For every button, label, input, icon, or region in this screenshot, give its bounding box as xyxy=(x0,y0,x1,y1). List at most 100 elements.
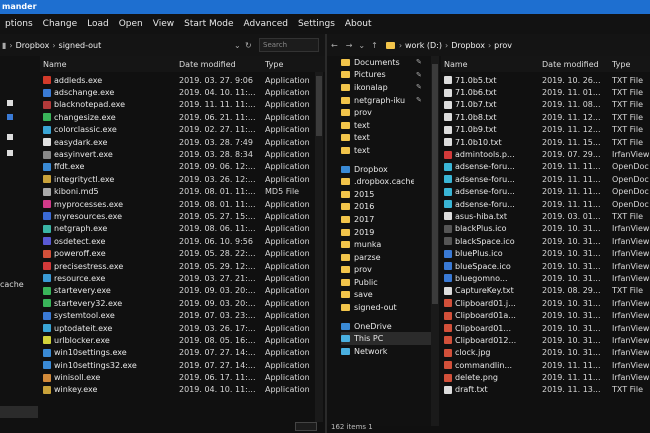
tree-item-folder[interactable]: text xyxy=(341,119,431,132)
table-row[interactable]: adsense-foru... 2019. 11. 11... OpenDoc xyxy=(441,161,650,173)
tree-item-folder[interactable]: parzse xyxy=(341,251,431,264)
column-name[interactable]: Name xyxy=(40,60,176,69)
table-row[interactable]: win10settings.exe 2019. 07. 27. 14:... App… xyxy=(40,347,325,359)
table-row[interactable]: resource.exe 2019. 03. 27. 21:... Applicat… xyxy=(40,272,325,284)
column-date-modified[interactable]: Date modified xyxy=(539,60,609,69)
tree-item-dropbox[interactable]: Dropbox xyxy=(341,163,431,176)
menu-item[interactable]: Settings xyxy=(293,19,340,29)
table-row[interactable]: easydark.exe 2019. 03. 28. 7:49 Applicatio… xyxy=(40,136,325,148)
tree-item-folder[interactable]: ikonalap ✎ xyxy=(341,81,431,94)
scrollbar-thumb[interactable] xyxy=(432,64,438,304)
table-row[interactable]: poweroff.exe 2019. 05. 28. 22:... Applicat… xyxy=(40,247,325,259)
table-row[interactable]: netgraph.exe 2019. 08. 06. 11:... Applicat… xyxy=(40,223,325,235)
table-row[interactable]: startevery.exe 2019. 09. 03. 20:... Applic… xyxy=(40,285,325,297)
tree-item-folder[interactable]: prov xyxy=(341,106,431,119)
table-row[interactable]: colorclassic.exe 2019. 02. 27. 11:... Appl… xyxy=(40,124,325,136)
left-scrollbar[interactable] xyxy=(315,72,323,422)
tree-item-folder[interactable]: Pictures ✎ xyxy=(341,69,431,82)
table-row[interactable]: systemtool.exe 2019. 07. 03. 23:... Applic… xyxy=(40,309,325,321)
menu-item[interactable]: Change xyxy=(38,19,82,29)
table-row[interactable]: blueSpace.ico 2019. 10. 31... IrfanView xyxy=(441,260,650,272)
tree-item-folder[interactable]: Documents ✎ xyxy=(341,56,431,69)
column-name[interactable]: Name xyxy=(441,60,539,69)
forward-arrow-icon[interactable]: → xyxy=(346,41,353,50)
table-row[interactable]: adsense-foru... 2019. 11. 11... OpenDoc xyxy=(441,198,650,210)
table-row[interactable]: CaptureKey.txt 2019. 08. 29... TXT File xyxy=(441,285,650,297)
table-row[interactable]: bluegomno... 2019. 10. 31... IrfanView xyxy=(441,272,650,284)
table-row[interactable]: 71.0b5.txt 2019. 10. 26... TXT File xyxy=(441,74,650,86)
table-row[interactable]: integrityctl.exe 2019. 03. 26. 12:... Appl… xyxy=(40,173,325,185)
table-row[interactable]: draft.txt 2019. 11. 13... TXT File xyxy=(441,384,650,396)
table-row[interactable]: 71.0b6.txt 2019. 11. 01... TXT File xyxy=(441,86,650,98)
tree-item-onedrive[interactable]: OneDrive xyxy=(341,320,431,333)
tree-item-folder[interactable]: 2017 xyxy=(341,213,431,226)
chevron-down-icon[interactable]: ⌄ xyxy=(234,41,241,50)
table-row[interactable]: Clipboard012... 2019. 10. 31... IrfanView xyxy=(441,334,650,346)
tree-item-folder[interactable]: 2019 xyxy=(341,226,431,239)
table-row[interactable]: urlblocker.exe 2019. 08. 05. 16:... Applic… xyxy=(40,334,325,346)
breadcrumb-prov[interactable]: prov xyxy=(494,41,512,50)
table-row[interactable]: startevery32.exe 2019. 09. 03. 20:... Appl… xyxy=(40,297,325,309)
table-row[interactable]: adsense-foru... 2019. 11. 11... OpenDoc xyxy=(441,186,650,198)
table-row[interactable]: blacknotepad.exe 2019. 11. 11. 11:... Appl… xyxy=(40,99,325,111)
tree-item-network[interactable]: Network xyxy=(341,345,431,358)
table-row[interactable]: winisoll.exe 2019. 06. 17. 11:... Applicat… xyxy=(40,371,325,383)
tree-item-folder[interactable]: 2015 xyxy=(341,188,431,201)
table-row[interactable]: delete.png 2019. 11. 11... IrfanView xyxy=(441,371,650,383)
left-search-input[interactable]: Search xyxy=(259,38,319,52)
table-row[interactable]: Clipboard01a... 2019. 10. 31... IrfanView xyxy=(441,309,650,321)
menu-item[interactable]: ptions xyxy=(0,19,38,29)
menu-item[interactable]: Open xyxy=(114,19,148,29)
menu-item[interactable]: View xyxy=(148,19,179,29)
tree-item-folder[interactable]: Public xyxy=(341,276,431,289)
column-date-modified[interactable]: Date modified xyxy=(176,60,262,69)
nav-item-selected[interactable] xyxy=(0,406,38,418)
tree-item-pc[interactable]: This PC xyxy=(341,332,431,346)
table-row[interactable]: admintools.p... 2019. 07. 29... IrfanView xyxy=(441,148,650,160)
table-row[interactable]: 71.0b10.txt 2019. 11. 15... TXT File xyxy=(441,136,650,148)
table-row[interactable]: myresources.exe 2019. 05. 27. 15:... Appli… xyxy=(40,210,325,222)
table-row[interactable]: blackSpace.ico 2019. 10. 31... IrfanView xyxy=(441,235,650,247)
table-row[interactable]: 71.0b8.txt 2019. 11. 12... TXT File xyxy=(441,111,650,123)
breadcrumb-signed-out[interactable]: signed-out xyxy=(59,41,102,50)
table-row[interactable]: adsense-foru... 2019. 11. 11... OpenDoc xyxy=(441,173,650,185)
table-row[interactable]: uptodateit.exe 2019. 03. 26. 17:... Applic… xyxy=(40,322,325,334)
table-row[interactable]: changesize.exe 2019. 06. 21. 11:... Applic… xyxy=(40,111,325,123)
tree-item-folder[interactable]: text xyxy=(341,132,431,145)
table-row[interactable]: clock.jpg 2019. 10. 31... IrfanView xyxy=(441,347,650,359)
table-row[interactable]: easyinvert.exe 2019. 03. 28. 8:34 Applicat… xyxy=(40,148,325,160)
tree-item-folder[interactable]: prov xyxy=(341,264,431,277)
table-row[interactable]: 71.0b9.txt 2019. 11. 12... TXT File xyxy=(441,124,650,136)
tree-item-folder[interactable]: 2016 xyxy=(341,201,431,214)
back-arrow-icon[interactable]: ← xyxy=(331,41,338,50)
table-row[interactable]: myprocesses.exe 2019. 08. 01. 11:... Appli… xyxy=(40,198,325,210)
column-type[interactable]: Type xyxy=(609,60,649,69)
tree-item-folder[interactable]: netgraph-iku ✎ xyxy=(341,94,431,107)
nav-item-cache[interactable]: cache xyxy=(0,280,24,289)
tree-item-folder[interactable]: munka xyxy=(341,238,431,251)
menu-item[interactable]: About xyxy=(340,19,377,29)
table-row[interactable]: win10settings32.exe 2019. 07. 27. 14:... A… xyxy=(40,359,325,371)
breadcrumb-dropbox[interactable]: Dropbox xyxy=(16,41,50,50)
view-toggle[interactable] xyxy=(295,422,317,431)
table-row[interactable]: bluePlus.ico 2019. 10. 31... IrfanView xyxy=(441,247,650,259)
table-row[interactable]: kiboni.md5 2019. 08. 01. 11:... MD5 File xyxy=(40,186,325,198)
table-row[interactable]: blackPlus.ico 2019. 10. 31... IrfanView xyxy=(441,223,650,235)
table-row[interactable]: commandlin... 2019. 11. 11... IrfanView xyxy=(441,359,650,371)
table-row[interactable]: winkey.exe 2019. 04. 10. 11:... Applicatio… xyxy=(40,384,325,396)
tree-item-folder[interactable]: signed-out xyxy=(341,301,431,314)
breadcrumb-work[interactable]: work (D:) xyxy=(405,41,442,50)
tree-item-folder[interactable]: save xyxy=(341,289,431,302)
scrollbar-thumb[interactable] xyxy=(316,76,322,136)
table-row[interactable]: precisestress.exe 2019. 05. 29. 12:... App… xyxy=(40,260,325,272)
column-type[interactable]: Type xyxy=(262,60,322,69)
refresh-icon[interactable]: ↻ xyxy=(245,41,252,50)
menu-item[interactable]: Load xyxy=(82,19,114,29)
breadcrumb-dropbox[interactable]: Dropbox xyxy=(451,41,485,50)
tree-item-folder[interactable]: text xyxy=(341,144,431,157)
up-arrow-icon[interactable]: ↑ xyxy=(371,41,378,50)
menu-item[interactable]: Start Mode xyxy=(179,19,238,29)
table-row[interactable]: ffdt.exe 2019. 09. 06. 12:... Application xyxy=(40,161,325,173)
table-row[interactable]: Clipboard01... 2019. 10. 31... IrfanView xyxy=(441,322,650,334)
tree-item-folder[interactable]: .dropbox.cache xyxy=(341,175,431,188)
